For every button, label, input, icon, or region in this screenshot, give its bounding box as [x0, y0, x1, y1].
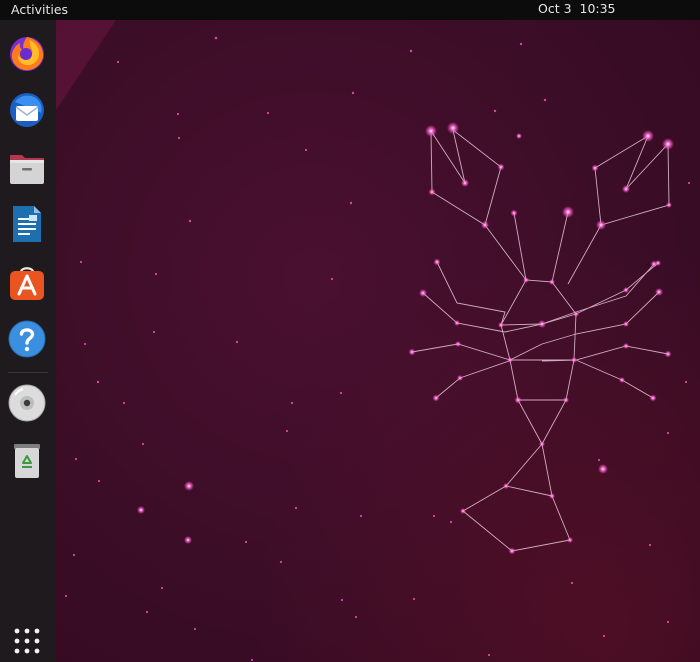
app-grid-icon: [14, 628, 40, 654]
dock-item-dvd[interactable]: [6, 382, 48, 424]
activities-button[interactable]: Activities: [11, 2, 68, 17]
dock-separator: [8, 372, 48, 373]
thunderbird-icon: [10, 93, 44, 127]
trash-icon: [14, 444, 40, 478]
dock-item-files[interactable]: [6, 146, 48, 188]
dock-item-trash[interactable]: [6, 439, 48, 481]
dock-item-software[interactable]: [6, 261, 48, 303]
writer-icon: [13, 206, 41, 242]
dock: [0, 20, 56, 662]
dock-item-thunderbird[interactable]: [6, 89, 48, 131]
disc-icon: [8, 384, 46, 422]
dock-item-help[interactable]: [6, 318, 48, 360]
clock[interactable]: Oct 3 10:35: [538, 1, 616, 16]
top-bar: Activities Oct 3 10:35: [0, 0, 700, 20]
dock-item-writer[interactable]: [6, 203, 48, 245]
show-apps-button[interactable]: [6, 620, 48, 662]
software-icon: [10, 267, 44, 300]
help-icon: [8, 320, 46, 358]
desktop-wallpaper: [56, 20, 700, 662]
lobster-constellation-art: [64, 36, 691, 662]
firefox-icon: [10, 37, 44, 71]
files-icon: [10, 155, 44, 184]
dock-item-firefox[interactable]: [6, 32, 48, 74]
